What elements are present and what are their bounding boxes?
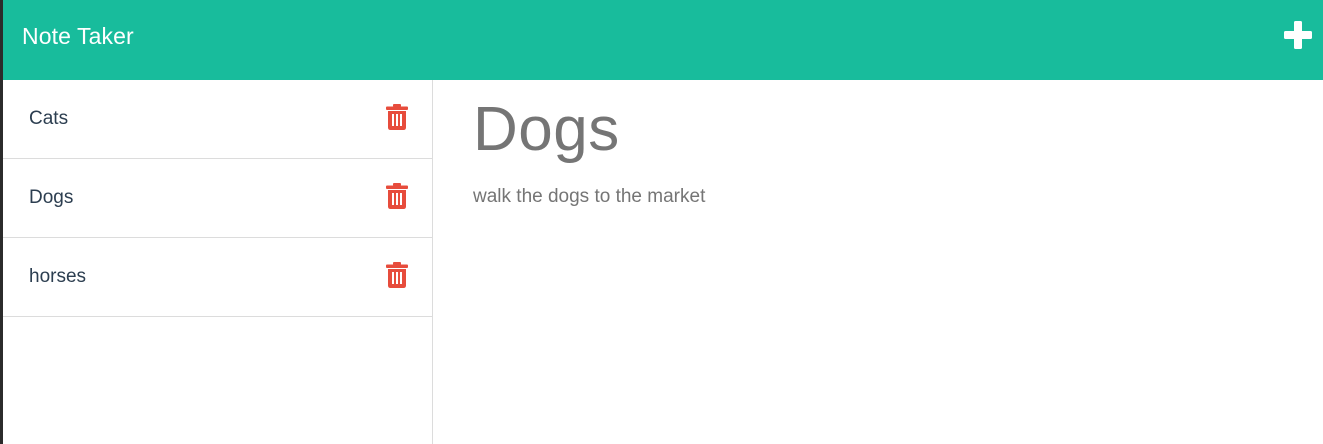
trash-icon [386, 183, 408, 209]
note-list: Cats Dogs horses [0, 80, 433, 444]
trash-icon [386, 262, 408, 288]
plus-icon [1284, 21, 1312, 49]
note-list-item[interactable]: Cats [3, 80, 432, 159]
note-list-item[interactable]: horses [3, 238, 432, 317]
note-list-item-title: Dogs [29, 187, 74, 208]
main-area: Cats Dogs horses Dogs walk the dogs to t… [0, 80, 1323, 444]
new-note-button[interactable] [1283, 20, 1313, 50]
note-list-item-title: Cats [29, 108, 69, 129]
delete-note-button[interactable] [386, 262, 408, 288]
delete-note-button[interactable] [386, 183, 408, 209]
note-text-display[interactable]: walk the dogs to the market [473, 186, 1323, 208]
note-editor: Dogs walk the dogs to the market [433, 80, 1323, 444]
note-list-item-title: horses [29, 266, 87, 287]
navbar: Note Taker [0, 0, 1323, 80]
trash-icon [386, 104, 408, 130]
brand-title[interactable]: Note Taker [22, 23, 134, 50]
note-list-item[interactable]: Dogs [3, 159, 432, 238]
window-edge [0, 0, 3, 444]
delete-note-button[interactable] [386, 104, 408, 130]
app-window: Note Taker Cats Dogs horses Dogs walk th… [0, 0, 1323, 444]
note-title-display[interactable]: Dogs [473, 94, 1323, 166]
